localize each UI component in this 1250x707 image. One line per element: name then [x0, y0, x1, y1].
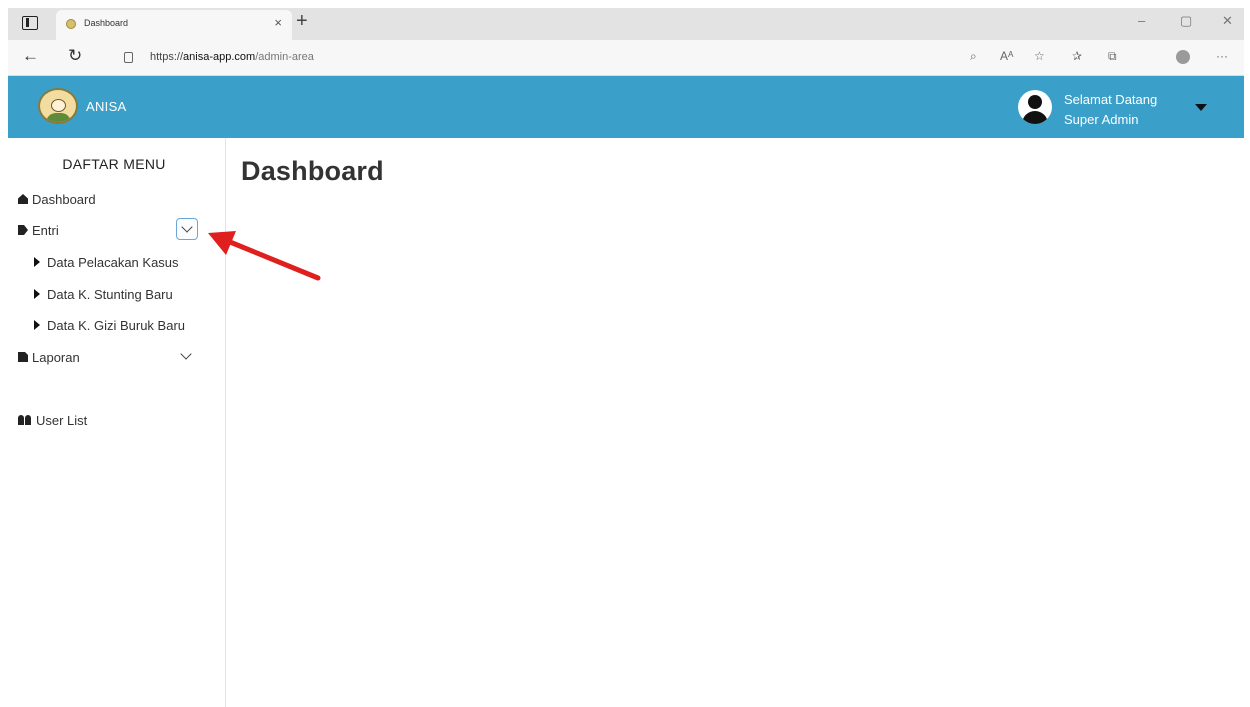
sidebar-item-user-list[interactable]: User List: [18, 409, 87, 431]
submenu-item-data-gizi-buruk-baru[interactable]: Data K. Gizi Buruk Baru: [34, 314, 185, 336]
sidebar-item-label: Entri: [32, 222, 59, 238]
avatar-head: [1028, 95, 1042, 109]
back-icon[interactable]: ←: [22, 47, 39, 64]
caret-right-icon: [34, 289, 40, 299]
brand-name[interactable]: ANISA: [86, 99, 127, 114]
chevron-down-icon[interactable]: [180, 348, 192, 360]
browser-tab[interactable]: Dashboard ×: [56, 10, 292, 40]
tab-close-button[interactable]: ×: [274, 16, 282, 29]
logo-body: [46, 113, 71, 122]
refresh-icon[interactable]: ↻: [68, 47, 82, 64]
profile-icon[interactable]: [1176, 50, 1190, 64]
page-title: Dashboard: [241, 156, 384, 186]
url-field[interactable]: https://anisa-app.com/admin-area: [150, 51, 314, 63]
logo-icon[interactable]: [38, 88, 78, 124]
sidebar-item-laporan[interactable]: Laporan: [18, 346, 80, 368]
sidebar-item-dashboard[interactable]: Dashboard: [18, 188, 96, 210]
home-icon: [18, 194, 28, 204]
close-window-button[interactable]: ✕: [1222, 14, 1233, 27]
arrow-shaft: [227, 239, 321, 281]
greeting-line-1: Selamat Datang: [1064, 92, 1158, 107]
tab-actions-icon[interactable]: [22, 16, 38, 30]
search-icon[interactable]: ⌕: [970, 50, 977, 62]
collections-icon[interactable]: ⧉: [1108, 50, 1117, 62]
submenu-item-label: Data K. Gizi Buruk Baru: [47, 317, 185, 333]
url-path: /admin-area: [255, 51, 314, 63]
favorites-icon[interactable]: ✰: [1072, 50, 1082, 62]
sidebar-item-label: Dashboard: [32, 191, 96, 207]
app-header: ANISA Selamat Datang Super Admin: [8, 76, 1244, 138]
entri-toggle[interactable]: [176, 218, 198, 240]
more-icon[interactable]: ···: [1216, 50, 1228, 62]
url-host: anisa-app.com: [183, 51, 256, 63]
minimize-button[interactable]: –: [1138, 14, 1145, 27]
url-prefix: https://: [150, 51, 184, 63]
browser-tab-bar: Dashboard × + – ▢ ✕: [8, 8, 1244, 40]
caret-right-icon: [34, 320, 40, 330]
new-tab-button[interactable]: +: [296, 11, 308, 31]
caret-down-icon[interactable]: [1195, 104, 1207, 111]
file-icon: [18, 352, 28, 362]
sidebar-item-label: Laporan: [32, 349, 80, 365]
add-favorite-icon[interactable]: ☆: [1034, 50, 1045, 62]
tab-title: Dashboard: [84, 18, 129, 28]
submenu-item-data-stunting-baru[interactable]: Data K. Stunting Baru: [34, 283, 173, 305]
greeting-line-2: Super Admin: [1064, 112, 1139, 127]
address-bar: ← ↻ https://anisa-app.com/admin-area ⌕ A…: [8, 40, 1244, 76]
user-avatar-icon[interactable]: [1018, 90, 1052, 124]
sidebar-item-label: User List: [36, 412, 88, 428]
tag-icon: [18, 225, 28, 235]
chevron-down-icon: [181, 221, 193, 233]
caret-right-icon: [34, 257, 40, 267]
annotation-arrow-icon: [208, 231, 321, 281]
favicon-icon: [66, 19, 76, 29]
sidebar: DAFTAR MENU Dashboard Entri Data Pelacak…: [8, 138, 226, 707]
user-greeting[interactable]: Selamat Datang Super Admin: [1064, 90, 1157, 130]
lock-icon[interactable]: [124, 52, 133, 63]
read-aloud-icon[interactable]: Aᴬ: [1000, 50, 1013, 62]
avatar-body: [1022, 111, 1048, 124]
menu-title: DAFTAR MENU: [62, 156, 166, 172]
app-window: Dashboard × + – ▢ ✕ ← ↻ https://anisa-ap…: [0, 0, 1250, 707]
submenu-item-label: Data K. Stunting Baru: [47, 286, 173, 302]
users-icon: [18, 415, 32, 425]
restore-button[interactable]: ▢: [1180, 14, 1192, 27]
submenu-item-data-pelacakan-kasus[interactable]: Data Pelacakan Kasus: [34, 251, 179, 273]
logo-face: [51, 99, 66, 112]
submenu-item-label: Data Pelacakan Kasus: [47, 254, 179, 270]
sidebar-item-entri[interactable]: Entri: [18, 219, 59, 241]
